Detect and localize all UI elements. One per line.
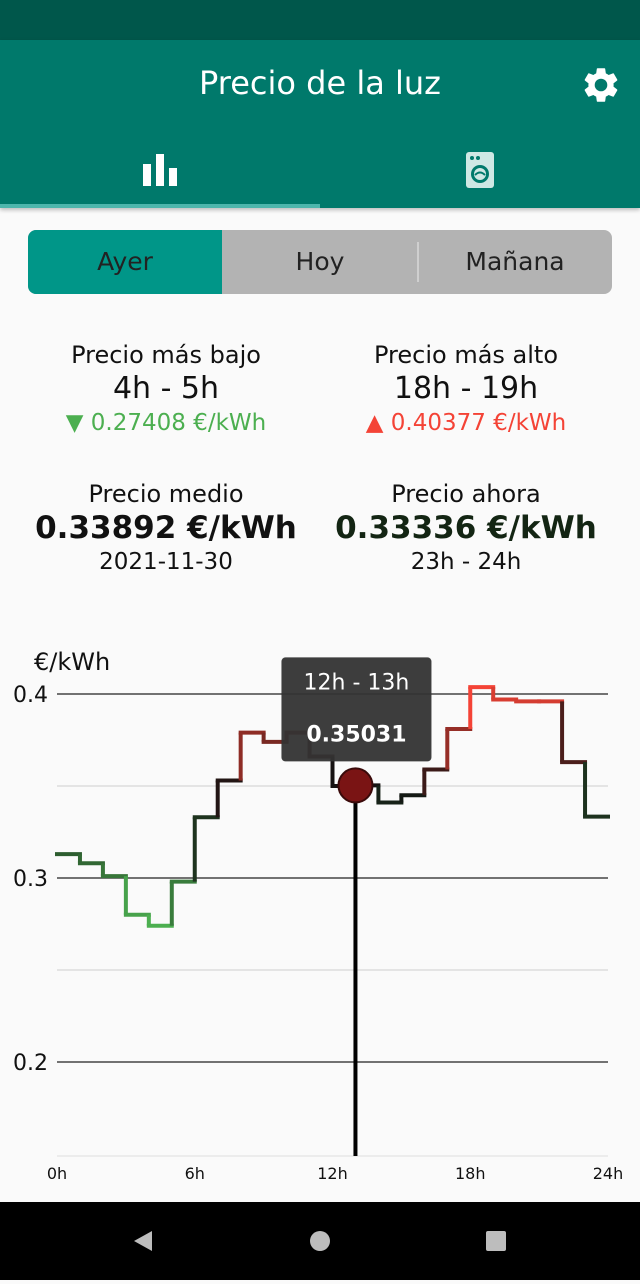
stat-lowest: Precio más bajo 4h - 5h ▼ 0.27408 €/kWh (16, 340, 316, 438)
x-tick-label: 12h (317, 1164, 348, 1183)
stat-highest: Precio más alto 18h - 19h ▲ 0.40377 €/kW… (316, 340, 616, 438)
stat-now-label: Precio ahora (391, 480, 541, 508)
segment-ayer[interactable]: Ayer (28, 230, 222, 294)
washing-machine-icon (466, 152, 494, 188)
x-tick-label: 0h (47, 1164, 67, 1183)
y-axis-label: €/kWh (34, 648, 110, 676)
day-selector: Ayer Hoy Mañana (28, 230, 612, 294)
stat-highest-range: 18h - 19h (393, 371, 539, 406)
tab-chart[interactable] (0, 132, 320, 208)
stat-average-label: Precio medio (88, 480, 244, 508)
stat-average-value: 0.33892 €/kWh (35, 510, 297, 546)
tooltip-value: 0.35031 (306, 722, 406, 747)
app-bar: Precio de la luz (0, 40, 640, 208)
stat-now-range: 23h - 24h (410, 549, 522, 575)
tooltip-range: 12h - 13h (304, 670, 410, 695)
app-title: Precio de la luz (199, 64, 441, 102)
bar-chart-icon (143, 154, 177, 186)
stat-lowest-label: Precio más bajo (71, 341, 261, 369)
stat-highest-label: Precio más alto (373, 341, 559, 369)
segment-manana[interactable]: Mañana (418, 230, 612, 294)
segment-hoy[interactable]: Hoy (222, 230, 418, 294)
stat-lowest-value: ▼ 0.27408 €/kWh (65, 410, 267, 436)
x-tick-label: 18h (455, 1164, 486, 1183)
price-chart[interactable]: €/kWh 0.4 0.3 0.2 0h 6h 12h 18h 24h 12h - 13h 0.3… (0, 640, 640, 1200)
stat-highest-value: ▲ 0.40377 €/kWh (365, 410, 567, 436)
y-tick-label: 0.2 (13, 1051, 48, 1076)
x-tick-label: 24h (593, 1164, 624, 1183)
home-icon[interactable] (310, 1231, 330, 1251)
selection-marker[interactable] (337, 767, 374, 804)
navigation-bar (0, 1202, 640, 1280)
y-tick-label: 0.4 (13, 683, 48, 708)
y-tick-label: 0.3 (13, 867, 48, 892)
stat-average-date: 2021-11-30 (99, 549, 233, 575)
tab-indicator (0, 204, 320, 208)
back-icon[interactable] (134, 1231, 152, 1251)
recents-icon[interactable] (486, 1231, 506, 1251)
stat-lowest-range: 4h - 5h (112, 371, 220, 406)
tab-washer[interactable] (320, 132, 640, 208)
x-tick-label: 6h (185, 1164, 205, 1183)
stat-now-value: 0.33336 €/kWh (335, 510, 597, 546)
stat-now: Precio ahora 0.33336 €/kWh 23h - 24h (316, 479, 616, 577)
gear-icon (584, 68, 618, 102)
status-bar (0, 0, 640, 40)
settings-button[interactable] (580, 64, 622, 106)
stat-average: Precio medio 0.33892 €/kWh 2021-11-30 (16, 479, 316, 577)
